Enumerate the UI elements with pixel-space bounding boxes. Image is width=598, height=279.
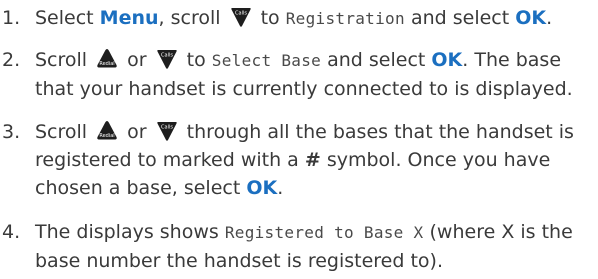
text-run: Select — [35, 7, 100, 29]
svg-text:Redial: Redial — [99, 133, 114, 139]
text-run: and select — [321, 49, 432, 71]
step-4: 4. The displays shows Registered to Base… — [0, 218, 590, 275]
svg-text:Calls: Calls — [235, 11, 247, 17]
calls-down-key-icon: Calls — [156, 119, 178, 143]
svg-text:Redial: Redial — [99, 61, 114, 67]
text-run: , scroll — [158, 7, 227, 29]
text-run: to — [180, 49, 212, 71]
text-run: Scroll — [35, 121, 94, 143]
calls-down-key-icon: Calls — [156, 47, 178, 71]
text-run: . — [277, 177, 284, 199]
lcd-registered-to-base: Registered to Base X — [224, 223, 424, 242]
calls-down-key-icon: Calls — [230, 5, 252, 29]
svg-text:Calls: Calls — [161, 53, 173, 59]
text-run: and select — [404, 7, 516, 29]
text-run: to — [254, 7, 286, 29]
redial-up-key-icon: Redial — [96, 119, 118, 143]
text-run: . — [546, 7, 553, 29]
text-run: Scroll — [35, 49, 94, 71]
step-text: Select Menu, scroll Calls to Registratio… — [35, 4, 590, 33]
redial-up-key-icon: Redial — [96, 47, 118, 71]
step-number: 1. — [2, 7, 21, 29]
step-text: The displays shows Registered to Base X … — [35, 218, 590, 275]
step-2: 2. Scroll Redial or Calls to Select Base… — [0, 46, 590, 103]
instruction-steps: 1. Select Menu, scroll Calls to Registra… — [0, 0, 598, 279]
text-run: or — [121, 49, 153, 71]
step-1: 1. Select Menu, scroll Calls to Registra… — [0, 4, 590, 33]
ok-keyword: OK — [515, 7, 547, 29]
step-number: 2. — [2, 49, 21, 71]
step-number: 4. — [2, 221, 21, 243]
lcd-select-base: Select Base — [211, 51, 322, 70]
ok-keyword: OK — [246, 177, 278, 199]
ok-keyword: OK — [431, 49, 463, 71]
step-text: Scroll Redial or Calls to Select Base an… — [35, 46, 590, 103]
text-run: or — [121, 121, 153, 143]
svg-text:Calls: Calls — [161, 125, 173, 131]
lcd-registration: Registration — [285, 9, 405, 28]
menu-keyword: Menu — [99, 7, 159, 29]
step-3: 3. Scroll Redial or Calls through all th… — [0, 118, 590, 202]
hash-symbol: # — [304, 149, 321, 171]
step-number: 3. — [2, 121, 21, 143]
text-run: The displays shows — [35, 221, 225, 243]
step-text: Scroll Redial or Calls through all the b… — [35, 118, 590, 202]
